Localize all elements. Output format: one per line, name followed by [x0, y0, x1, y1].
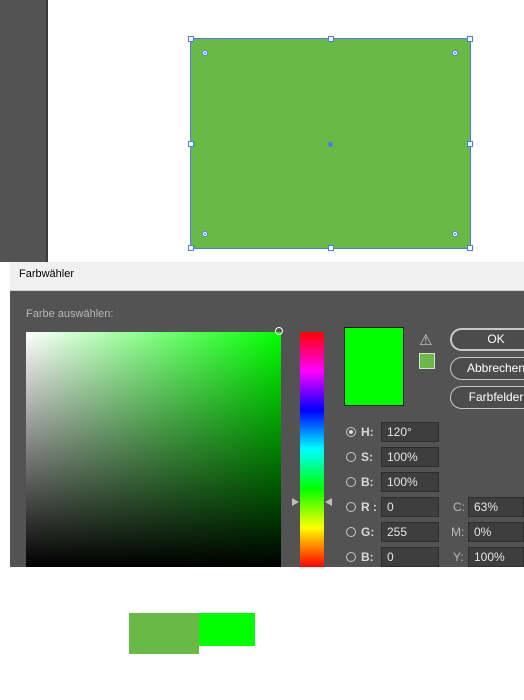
- warning-triangle-icon[interactable]: ⚠: [419, 333, 432, 349]
- saturation-label: S:: [361, 450, 373, 464]
- blue-input[interactable]: 0: [381, 547, 439, 567]
- magenta-label: M:: [451, 525, 465, 539]
- corner-radius-widget-bottom-right[interactable]: [452, 231, 458, 237]
- blue-label: B:: [361, 550, 374, 564]
- corner-radius-widget-top-left[interactable]: [202, 50, 208, 56]
- resize-handle-left[interactable]: [188, 141, 194, 147]
- resize-handle-right[interactable]: [467, 141, 473, 147]
- red-input[interactable]: 0: [381, 497, 439, 517]
- yellow-label: Y:: [453, 550, 464, 564]
- hue-slider[interactable]: [300, 332, 324, 567]
- shape-center-point: [328, 142, 333, 147]
- resize-handle-bottom-right[interactable]: [467, 245, 473, 251]
- cancel-button[interactable]: Abbrechen: [450, 357, 524, 380]
- saturation-brightness-field[interactable]: [26, 332, 281, 567]
- brightness-input[interactable]: 100%: [381, 472, 439, 492]
- brightness-label: B:: [361, 475, 374, 489]
- dialog-titlebar[interactable]: Farbwähler: [10, 262, 524, 291]
- original-color-sample: [129, 613, 199, 654]
- in-gamut-color-swatch[interactable]: [419, 353, 435, 369]
- cyan-label: C:: [453, 500, 465, 514]
- saturation-radio[interactable]: [346, 452, 356, 462]
- new-color-sample: [199, 613, 255, 646]
- green-input[interactable]: 255: [381, 522, 439, 542]
- new-color-preview: [344, 327, 404, 406]
- tools-panel-strip: [0, 0, 46, 262]
- brightness-radio[interactable]: [346, 477, 356, 487]
- resize-handle-top-left[interactable]: [188, 36, 194, 42]
- red-label: R :: [361, 500, 377, 514]
- saturation-input[interactable]: 100%: [381, 447, 439, 467]
- resize-handle-top[interactable]: [328, 36, 334, 42]
- swatches-button[interactable]: Farbfelder: [450, 386, 524, 409]
- green-radio[interactable]: [346, 527, 356, 537]
- ok-button[interactable]: OK: [450, 328, 524, 351]
- green-label: G:: [361, 525, 375, 539]
- hue-label: H:: [361, 425, 374, 439]
- hue-radio[interactable]: [346, 427, 356, 437]
- corner-radius-widget-top-right[interactable]: [452, 50, 458, 56]
- resize-handle-bottom-left[interactable]: [188, 245, 194, 251]
- cyan-input[interactable]: 63%: [468, 497, 524, 517]
- resize-handle-top-right[interactable]: [467, 36, 473, 42]
- color-picker-dialog: Farbwähler Farbe auswählen: ⚠ OK Abbrech…: [10, 262, 524, 567]
- yellow-input[interactable]: 100%: [468, 547, 524, 567]
- corner-radius-widget-bottom-left[interactable]: [202, 231, 208, 237]
- hue-slider-handle-left[interactable]: [292, 498, 299, 506]
- resize-handle-bottom[interactable]: [328, 245, 334, 251]
- color-field-marker[interactable]: [275, 327, 283, 335]
- magenta-input[interactable]: 0%: [468, 522, 524, 542]
- hue-input[interactable]: 120°: [381, 422, 439, 442]
- blue-radio[interactable]: [346, 552, 356, 562]
- select-color-label: Farbe auswählen:: [26, 308, 114, 320]
- dialog-title: Farbwähler: [19, 268, 75, 280]
- red-radio[interactable]: [346, 502, 356, 512]
- hue-slider-handle-right[interactable]: [325, 498, 332, 506]
